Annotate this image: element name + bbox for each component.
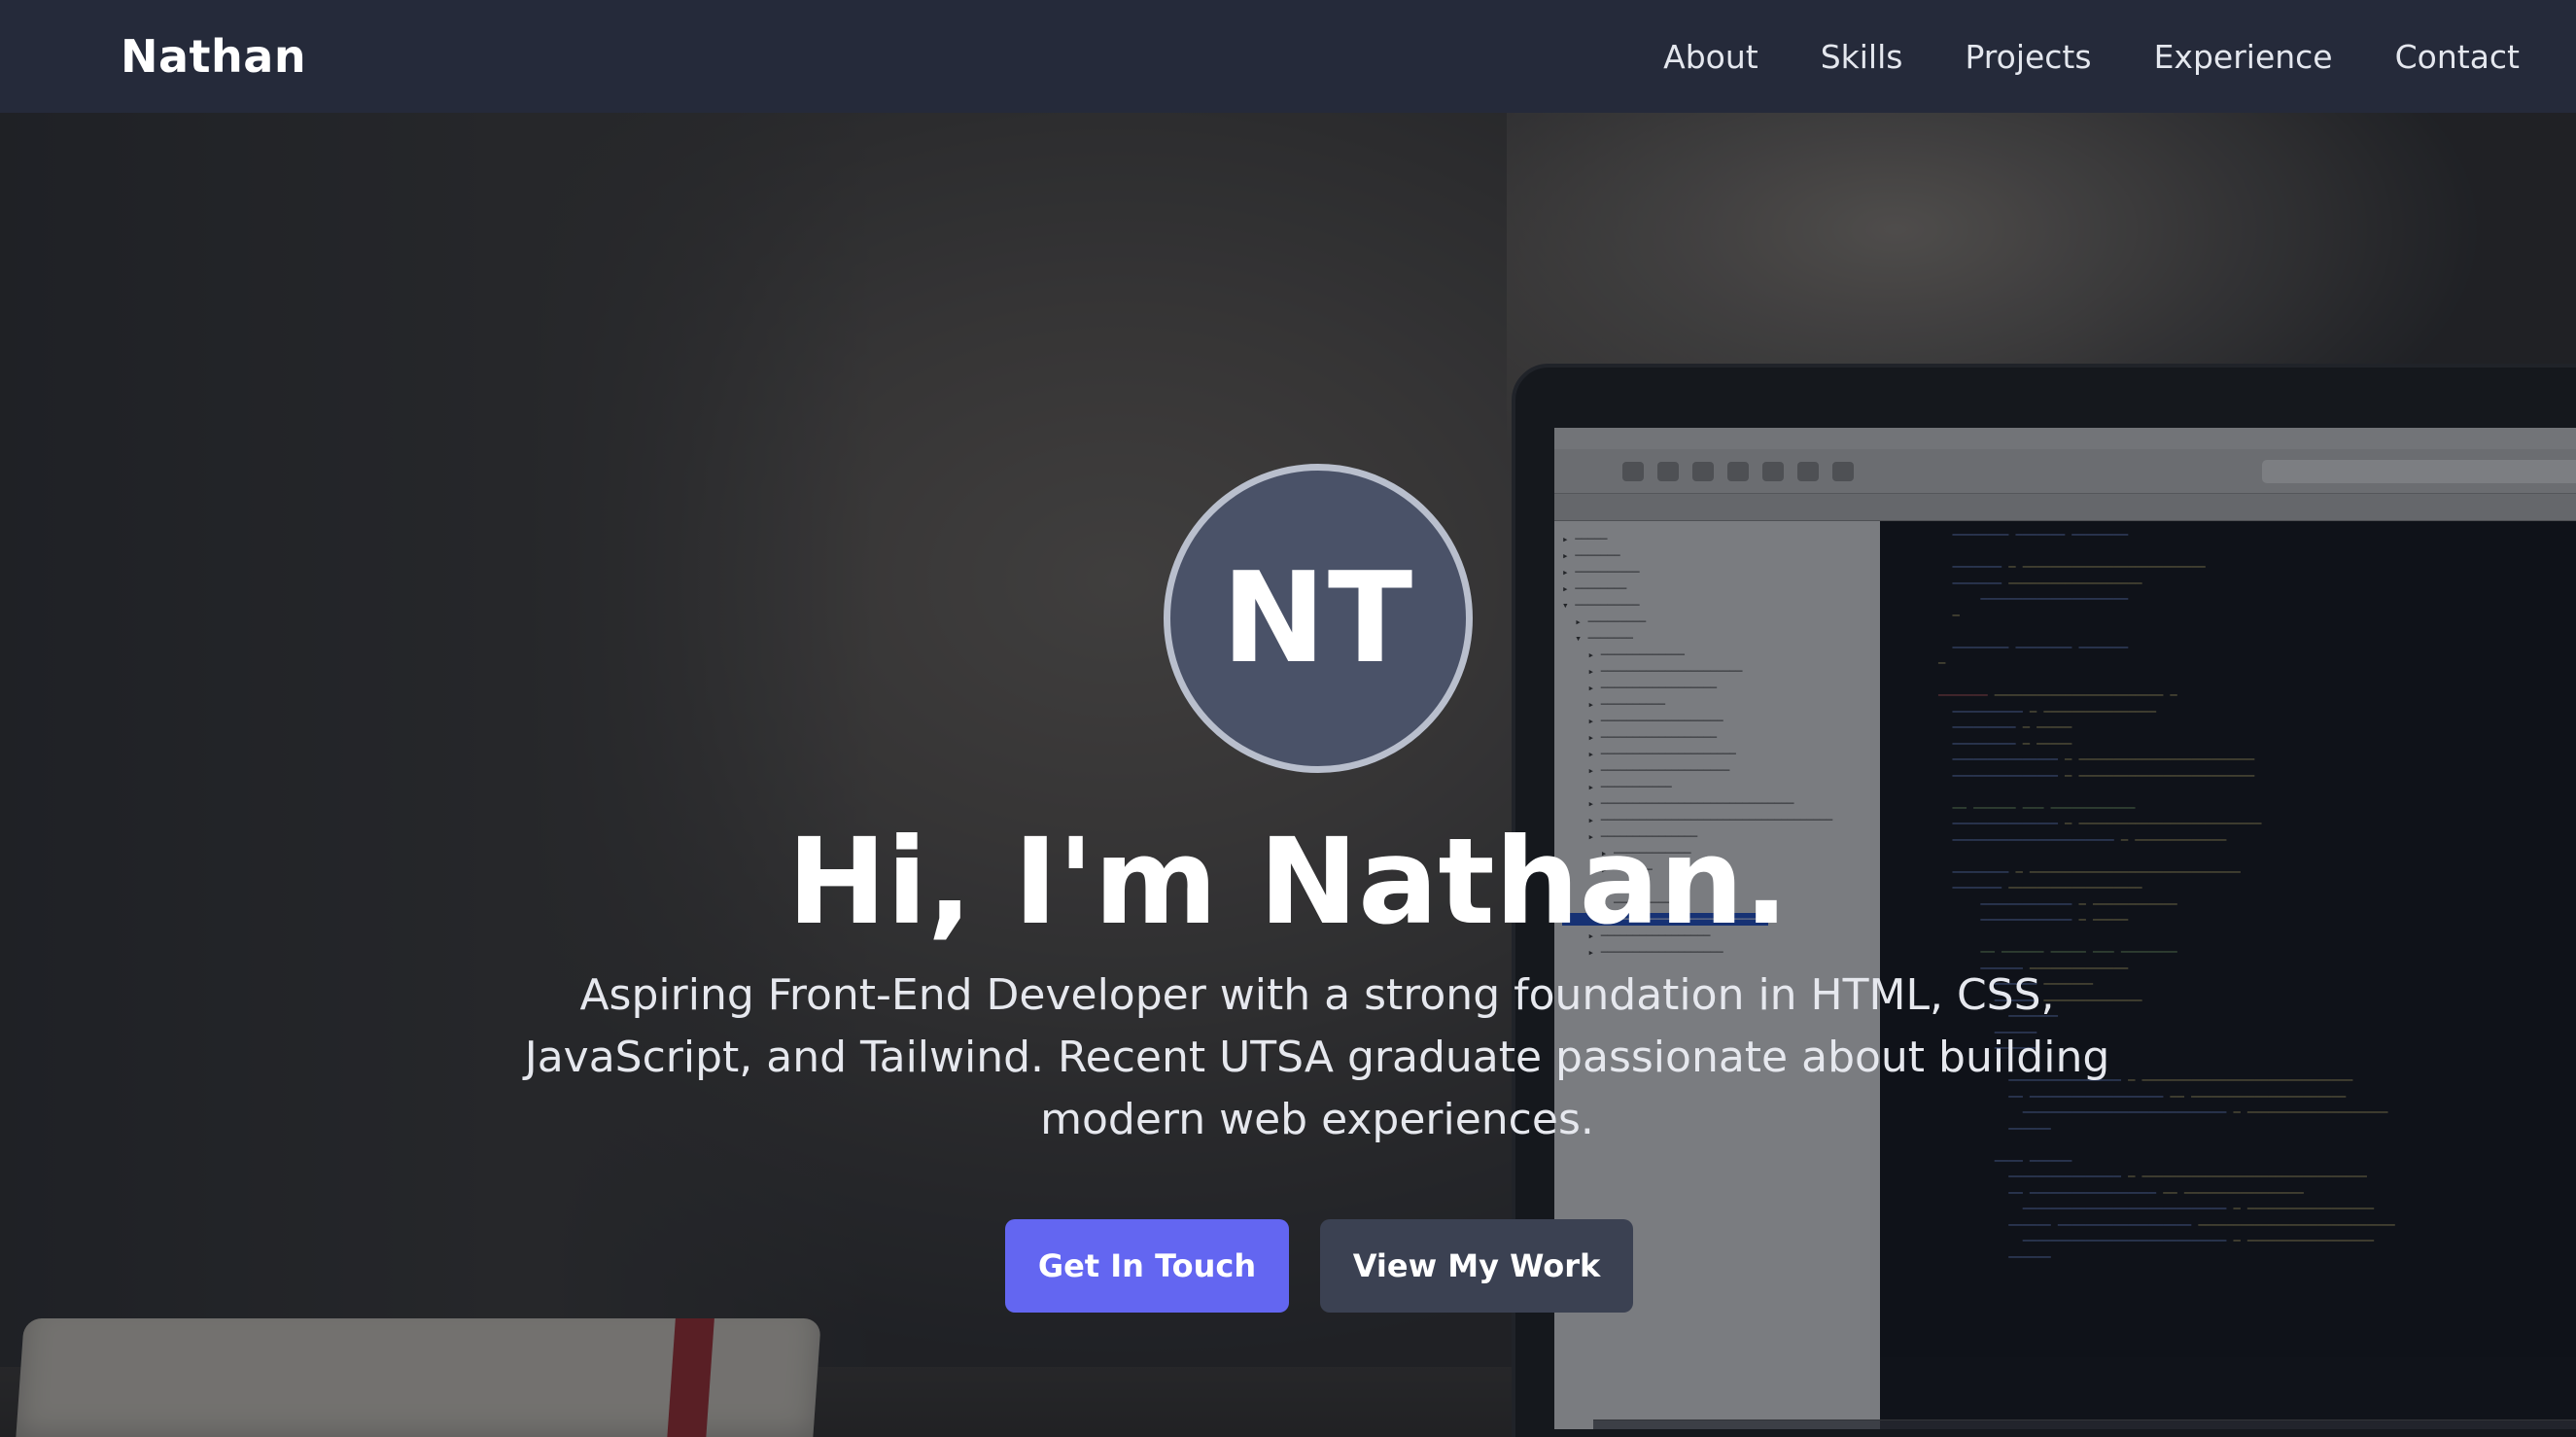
brand-logo[interactable]: Nathan	[121, 30, 306, 83]
avatar: NT	[1164, 464, 1473, 773]
hero-title: Hi, I'm Nathan.	[786, 813, 1790, 951]
nav-link-experience[interactable]: Experience	[2154, 38, 2333, 76]
view-my-work-button[interactable]: View My Work	[1320, 1219, 1633, 1313]
navbar: Nathan About Skills Projects Experience …	[0, 0, 2576, 113]
hero-section: ▸ ─────▸ ───────▸ ──────────▸ ────────▾ …	[0, 113, 2576, 1437]
nav-link-projects[interactable]: Projects	[1965, 38, 2091, 76]
get-in-touch-button[interactable]: Get In Touch	[1005, 1219, 1289, 1313]
hero-subtitle: Aspiring Front-End Developer with a stro…	[524, 970, 2110, 1144]
nav-link-contact[interactable]: Contact	[2395, 38, 2520, 76]
nav-link-about[interactable]: About	[1663, 38, 1758, 76]
avatar-initials: NT	[1221, 545, 1415, 691]
hero-buttons: Get In Touch View My Work	[1005, 1219, 1633, 1313]
nav-link-skills[interactable]: Skills	[1821, 38, 1903, 76]
hero-content: NT Hi, I'm Nathan. Aspiring Front-End De…	[0, 113, 2576, 1437]
nav-links: About Skills Projects Experience Contact	[1663, 38, 2520, 76]
